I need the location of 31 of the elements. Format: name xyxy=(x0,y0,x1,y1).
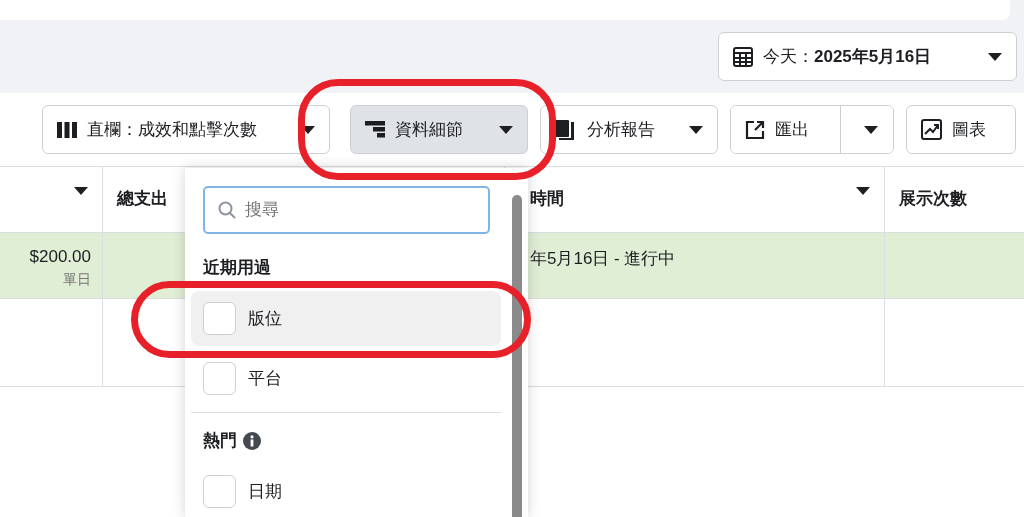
breakdown-icon xyxy=(365,121,385,138)
breakdown-button[interactable]: 資料細節 xyxy=(350,105,528,154)
checkbox[interactable] xyxy=(203,475,236,508)
caret-icon xyxy=(74,187,88,195)
menu-item[interactable]: 平台 xyxy=(191,351,501,406)
section-title: 熱門 xyxy=(203,430,237,452)
scrollbar[interactable] xyxy=(512,195,522,517)
columns-button[interactable]: 直欄：成效和點擊次數 xyxy=(42,105,330,154)
caret-icon xyxy=(499,125,513,134)
search-field[interactable]: 搜尋 xyxy=(203,186,490,234)
caret-icon xyxy=(856,187,870,195)
section-title: 近期用過 xyxy=(203,257,271,279)
table-cell: $200.00 單日 xyxy=(0,233,103,299)
menu-item[interactable]: 日期 xyxy=(191,464,501,517)
export-button[interactable]: 匯出 xyxy=(731,106,841,153)
menu-item[interactable]: 版位 xyxy=(191,291,501,346)
search-icon xyxy=(218,201,236,219)
info-icon xyxy=(243,431,261,450)
export-icon xyxy=(745,119,765,140)
chart-button[interactable]: 圖表 xyxy=(906,105,1016,154)
checkbox[interactable] xyxy=(203,302,236,335)
checkbox[interactable] xyxy=(203,362,236,395)
calendar-icon xyxy=(733,46,753,67)
caret-icon xyxy=(864,125,878,134)
columns-icon xyxy=(57,121,77,138)
caret-icon xyxy=(988,52,1002,61)
line-chart-icon xyxy=(921,119,942,140)
reports-button[interactable]: 分析報告 xyxy=(540,105,718,154)
date-picker-button[interactable]: 今天：2025年5月16日 xyxy=(718,32,1017,81)
caret-icon xyxy=(689,125,703,134)
booklet-icon xyxy=(555,119,577,140)
